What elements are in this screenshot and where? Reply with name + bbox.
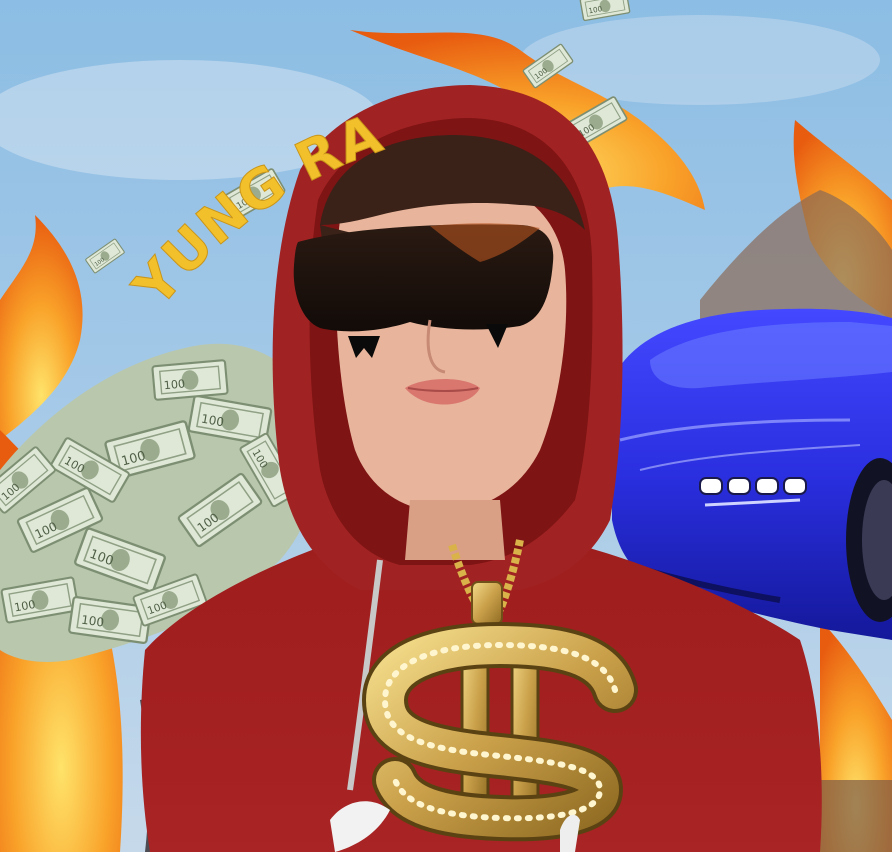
album-cover-artwork: 100 [0,0,892,852]
artwork-canvas: 100 [0,0,892,852]
